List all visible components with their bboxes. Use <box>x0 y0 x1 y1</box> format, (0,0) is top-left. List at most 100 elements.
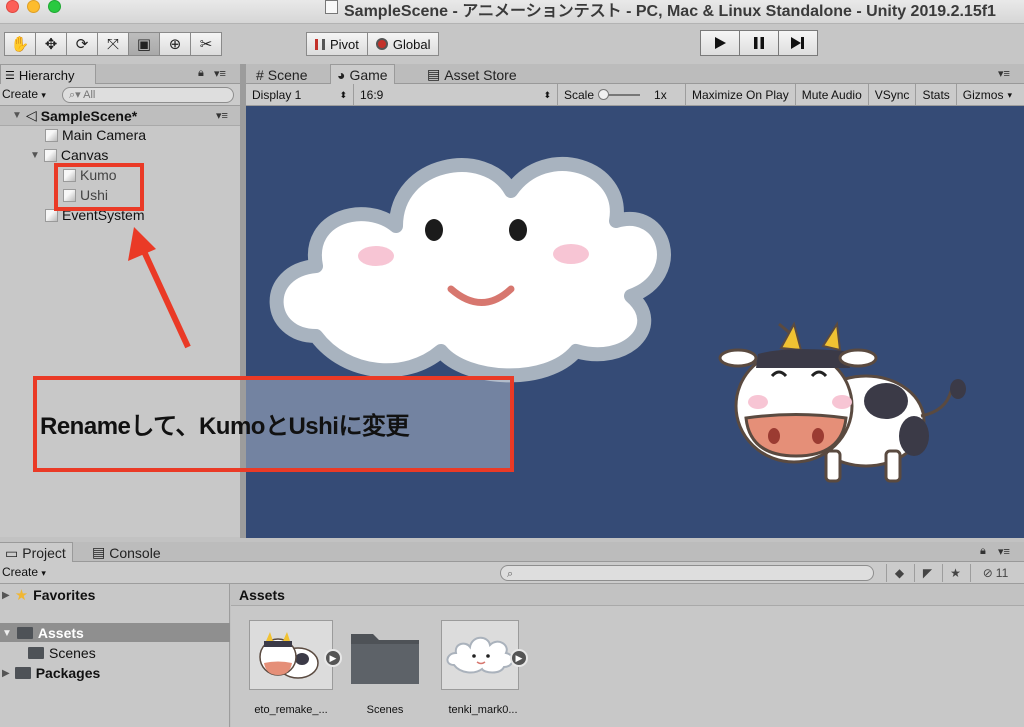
gizmos-dropdown[interactable]: Gizmos ▾ <box>957 84 1018 106</box>
chevron-down-icon: ▾ <box>41 568 46 578</box>
star-icon: ★ <box>950 566 961 580</box>
move-tool-button[interactable]: ✥ <box>35 32 67 56</box>
folder-icon <box>28 647 44 659</box>
shapes-icon: ◆ <box>894 566 905 580</box>
tab-project[interactable]: ▭ Project <box>0 542 73 563</box>
minimize-window-button[interactable] <box>27 0 40 13</box>
hierarchy-item-main-camera[interactable]: Main Camera <box>45 127 146 143</box>
aspect-value: 16:9 <box>360 88 384 102</box>
tag-icon: ◤ <box>922 566 933 580</box>
annotation-text: Renameして、KumoとUshiに変更 <box>40 413 409 440</box>
scale-value: 1x <box>654 88 667 102</box>
tab-console[interactable]: ▤ Console <box>86 542 167 563</box>
panel-menu-icon[interactable]: ▾≡ <box>998 545 1010 558</box>
aspect-dropdown[interactable]: 16:9 ⬍ <box>354 84 558 106</box>
global-toggle[interactable]: Global <box>366 32 440 56</box>
play-button[interactable] <box>700 30 740 56</box>
scene-name: SampleScene* <box>40 107 138 124</box>
hidden-packages-toggle[interactable]: ⊘ 11 <box>970 564 1020 582</box>
tab-asset-store[interactable]: ▤ Asset Store <box>421 64 523 85</box>
hierarchy-toolbar: Create ▾ ⌕▾ All <box>0 84 240 106</box>
display-dropdown[interactable]: Display 1 ⬍ <box>246 84 354 106</box>
hand-tool-button[interactable]: ✋ <box>4 32 36 56</box>
cow-thumbnail-icon <box>259 632 319 679</box>
project-search-input[interactable]: ⌕ <box>500 565 874 581</box>
play-icon <box>715 37 726 49</box>
star-icon: ★ <box>14 587 29 604</box>
custom-tool-button[interactable]: ✂ <box>190 32 222 56</box>
step-button[interactable] <box>778 30 818 56</box>
scale-label: Scale <box>564 88 595 102</box>
asset-item-scenes-folder[interactable]: Scenes <box>343 620 427 716</box>
display-value: Display 1 <box>252 88 302 102</box>
tab-game[interactable]: ◕ Game <box>330 64 395 85</box>
pivot-group: Pivot Global <box>306 32 440 56</box>
vsync-toggle[interactable]: VSync <box>869 84 917 106</box>
scene-item[interactable]: ▼ ◁ SampleScene* <box>12 107 137 124</box>
tab-game-label: Game <box>349 67 388 83</box>
mute-audio-toggle[interactable]: Mute Audio <box>796 84 869 106</box>
grid-icon: # <box>256 66 264 83</box>
kumo-cloud-sprite <box>269 157 671 383</box>
gameobject-icon <box>43 148 57 162</box>
transform-tools: ✋ ✥ ⟳ ⤧ ▣ ⊕ ✂ <box>4 32 222 56</box>
close-window-button[interactable] <box>6 0 19 13</box>
stats-toggle[interactable]: Stats <box>916 84 957 106</box>
step-icon <box>791 37 804 49</box>
scale-slider[interactable] <box>598 89 641 100</box>
pause-button[interactable] <box>739 30 779 56</box>
hierarchy-item-canvas[interactable]: ▼ Canvas <box>30 147 108 163</box>
lock-icon[interactable]: 🔒︎ <box>980 545 986 558</box>
play-preview-icon[interactable]: ▶ <box>324 649 342 667</box>
filter-label-button[interactable]: ◤ <box>914 564 940 582</box>
asset-item-eto-remake[interactable]: ▶ eto_remake_... <box>249 620 342 716</box>
asset-thumbnail: ▶ <box>441 620 528 690</box>
updown-icon: ⬍ <box>339 89 347 100</box>
wrench-icon: ✂ <box>199 36 213 53</box>
global-label: Global <box>392 36 431 52</box>
transform-tool-button[interactable]: ⊕ <box>159 32 191 56</box>
game-view[interactable] <box>246 106 1024 538</box>
asset-thumbnail <box>343 620 427 690</box>
tree-item-packages[interactable]: ▶ Packages <box>2 665 100 681</box>
rotate-tool-button[interactable]: ⟳ <box>66 32 98 56</box>
project-toolbar: Create ▾ ⌕ ◆ ◤ ★ ⊘ 11 <box>0 562 1024 584</box>
folder-icon <box>16 627 33 639</box>
pivot-toggle[interactable]: Pivot <box>306 32 368 56</box>
zoom-window-button[interactable] <box>48 0 61 13</box>
tree-item-scenes[interactable]: Scenes <box>28 645 96 661</box>
play-preview-icon[interactable]: ▶ <box>510 649 528 667</box>
pivot-label: Pivot <box>330 36 359 52</box>
slider-knob[interactable] <box>598 89 610 100</box>
scene-row[interactable]: ▼ ◁ SampleScene* ▾≡ <box>0 106 240 126</box>
search-placeholder: All <box>83 89 96 101</box>
search-icon: ⌕ <box>507 568 514 580</box>
panel-menu-icon[interactable]: ▾≡ <box>214 67 226 80</box>
panel-menu-icon[interactable]: ▾≡ <box>998 67 1010 80</box>
hierarchy-tab-label: Hierarchy <box>18 67 75 83</box>
lock-icon[interactable]: 🔒︎ <box>198 67 204 80</box>
tree-item-assets[interactable]: ▼ Assets <box>2 625 84 641</box>
scene-menu-icon[interactable]: ▾≡ <box>216 109 228 122</box>
tab-hierarchy[interactable]: ☰ Hierarchy <box>0 64 96 85</box>
tab-scene[interactable]: # Scene <box>250 64 314 85</box>
scale-tool-button[interactable]: ⤧ <box>97 32 129 56</box>
tab-console-label: Console <box>109 544 161 561</box>
rect-tool-button[interactable]: ▣ <box>128 32 160 56</box>
ushi-cow-sprite <box>718 321 966 483</box>
hierarchy-search-input[interactable]: ⌕▾ All <box>62 87 234 103</box>
unity-scene-icon: ◁ <box>25 107 37 123</box>
console-icon: ▤ <box>92 544 106 560</box>
tree-item-favorites[interactable]: ▶ ★ Favorites <box>2 586 95 604</box>
game-toolbar: Display 1 ⬍ 16:9 ⬍ Scale 1x Maximize On … <box>246 84 1024 106</box>
hierarchy-create-dropdown[interactable]: Create ▾ <box>2 87 46 101</box>
asset-item-tenki-mark[interactable]: ▶ tenki_mark0... <box>441 620 528 716</box>
maximize-on-play-toggle[interactable]: Maximize On Play <box>686 84 796 106</box>
favorite-button[interactable]: ★ <box>942 564 968 582</box>
maximize-label: Maximize On Play <box>692 88 789 102</box>
filter-type-button[interactable]: ◆ <box>886 564 912 582</box>
project-create-dropdown[interactable]: Create ▾ <box>2 565 46 579</box>
hand-icon: ✋ <box>10 36 30 53</box>
search-icon: ⌕▾ <box>69 89 81 101</box>
tree-label: Assets <box>37 625 84 641</box>
